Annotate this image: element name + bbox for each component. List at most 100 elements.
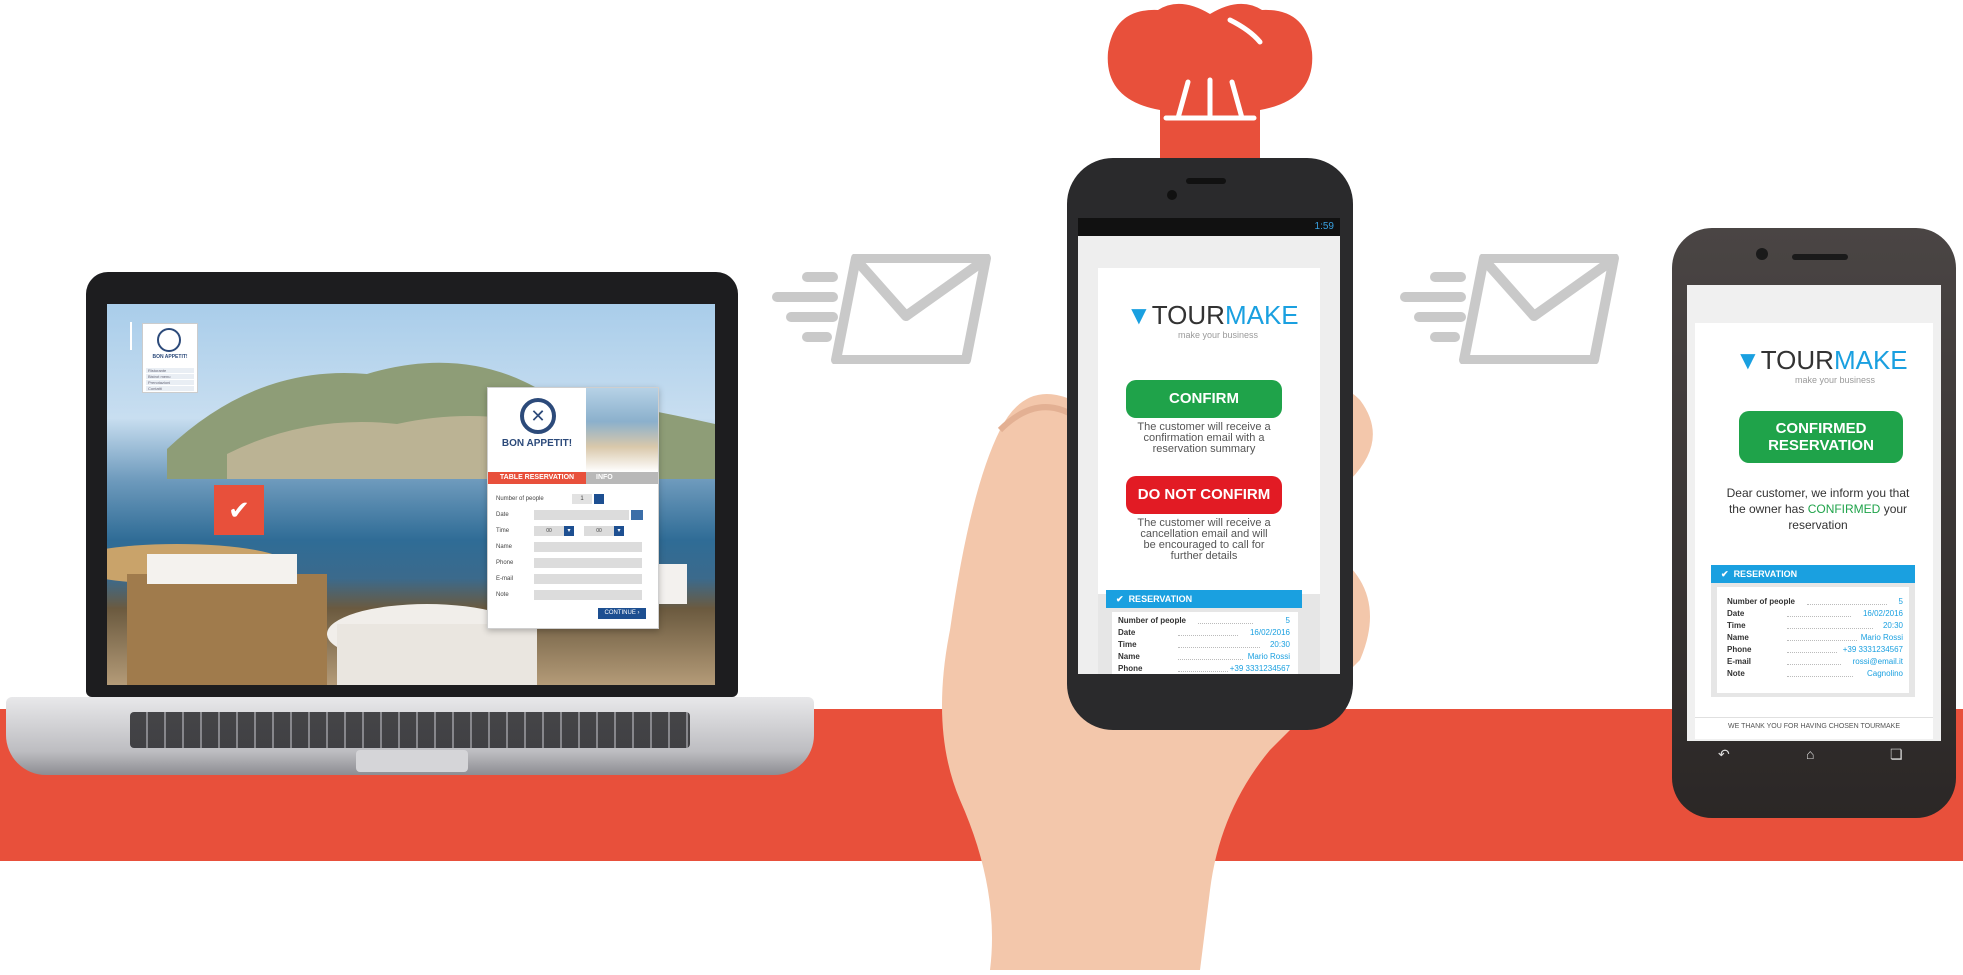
dotted-leader [1787, 652, 1837, 653]
dotted-leader [1178, 635, 1238, 636]
email-input[interactable] [534, 574, 642, 584]
map-pin-icon: ▼ [1126, 300, 1152, 330]
confirm-button[interactable]: CONFIRM [1126, 380, 1282, 418]
date-input[interactable] [534, 510, 629, 520]
table-row: Phone +39 3331234567 [1727, 645, 1903, 654]
tagline: make your business [1794, 375, 1876, 385]
row-value: 16/02/2016 [1249, 628, 1290, 637]
mini-menu-item[interactable]: Ristorante [146, 368, 194, 373]
table-row: Number of people 5 [1118, 616, 1290, 625]
date-row: Date [496, 510, 652, 522]
people-stepper[interactable] [594, 494, 604, 504]
back-icon[interactable]: ↶ [1718, 746, 1730, 763]
phone-label: Phone [496, 560, 514, 566]
speaker [1792, 254, 1848, 260]
people-row: Number of people 1 [496, 494, 652, 506]
tab-info[interactable]: INFO [586, 472, 658, 484]
table-row: E-mail rossi@email.it [1727, 657, 1903, 666]
reservation-table: Number of people 5 Date 16/02/2016 Time 20:… [1112, 612, 1298, 674]
time-hours-select[interactable]: 00 [534, 526, 564, 536]
note-label: Note [496, 592, 509, 598]
owner-screen: 1:59 ▼TOURMAKE make your business CONFIR… [1078, 218, 1340, 674]
row-value: 20:30 [1882, 621, 1903, 630]
chevron-down-icon[interactable]: ▾ [564, 526, 574, 536]
confirmation-message: Dear customer, we inform you that the ow… [1723, 485, 1913, 533]
check-icon: ✔ [1116, 594, 1124, 604]
row-value: 5 [1285, 616, 1290, 625]
calendar-icon[interactable] [631, 510, 643, 520]
front-camera [1756, 248, 1768, 260]
mini-restaurant-name: BON APPETIT! [152, 354, 188, 360]
restaurant-logo: ✕ BON APPETIT! [488, 388, 586, 472]
row-label: Number of people [1118, 616, 1187, 625]
logo-text-tour: TOUR [1151, 300, 1225, 330]
time-minutes-select[interactable]: 00 [584, 526, 614, 536]
date-label: Date [496, 512, 509, 518]
note-input[interactable] [534, 590, 642, 600]
tourmake-logo: ▼TOURMAKE [1126, 300, 1299, 331]
customer-screen: ▼TOURMAKE make your business CONFIRMED R… [1687, 285, 1941, 741]
table-check-icon[interactable]: ✔ [214, 485, 264, 535]
map-pin-icon: ▼ [1735, 345, 1761, 375]
chevron-down-icon[interactable]: ▾ [614, 526, 624, 536]
row-label: Name [1727, 633, 1749, 642]
table-row: Time 20:30 [1727, 621, 1903, 630]
customer-email-card: ▼TOURMAKE make your business CONFIRMED R… [1695, 323, 1933, 739]
mail-sending-icon [1400, 254, 1620, 364]
check-icon: ✔ [1721, 569, 1729, 579]
mini-menu-item[interactable]: Bistrot menu [146, 374, 194, 379]
phone-row: Phone [496, 558, 652, 570]
dotted-leader [1807, 604, 1887, 605]
people-input[interactable]: 1 [572, 494, 592, 504]
row-value: rossi@email.it [1852, 657, 1903, 666]
row-label: Phone [1727, 645, 1752, 654]
home-icon[interactable]: ⌂ [1806, 746, 1814, 762]
dotted-leader [1178, 671, 1228, 672]
reservation-header: ✔ RESERVATION [1711, 565, 1915, 583]
scroll-indicator[interactable] [130, 322, 136, 350]
tourmake-logo: ▼TOURMAKE [1735, 345, 1908, 376]
dotted-leader [1787, 640, 1857, 641]
message-highlight: CONFIRMED [1807, 502, 1881, 516]
reservation-header-label: RESERVATION [1128, 594, 1193, 604]
time-label: Time [496, 528, 510, 534]
tab-table-reservation[interactable]: TABLE RESERVATION [488, 472, 586, 484]
row-value: Mario Rossi [1247, 652, 1290, 661]
tagline: make your business [1177, 330, 1259, 340]
row-label: Note [1727, 669, 1745, 678]
chef-hat-icon [1100, 0, 1320, 170]
do-not-confirm-button[interactable]: DO NOT CONFIRM [1126, 476, 1282, 514]
row-label: Time [1727, 621, 1746, 630]
android-nav-bar: ↶ ⌂ ❏ [1690, 744, 1938, 770]
mini-restaurant-menu[interactable]: BON APPETIT! Ristorante Bistrot menu Pre… [142, 323, 198, 393]
reject-description: The customer will receive a cancellation… [1137, 517, 1271, 562]
table-row: Number of people 5 [1727, 597, 1903, 606]
logo-text-make: MAKE [1833, 345, 1908, 375]
dotted-leader [1787, 676, 1853, 677]
row-value: +39 3331234567 [1229, 664, 1290, 673]
phone-input[interactable] [534, 558, 642, 568]
status-time: 1:59 [1314, 221, 1334, 232]
people-label: Number of people [496, 496, 544, 502]
reservation-form: ✕ BON APPETIT! TABLE RESERVATION INFO Nu… [487, 387, 659, 629]
row-value: 20:30 [1269, 640, 1290, 649]
row-label: Time [1118, 640, 1137, 649]
mini-menu-item[interactable]: Contatti [146, 386, 194, 391]
continue-button[interactable]: CONTINUE › [598, 608, 646, 619]
table-row: Date 16/02/2016 [1118, 628, 1290, 637]
name-label: Name [496, 544, 513, 550]
reservation-header: ✔ RESERVATION [1106, 590, 1302, 608]
email-label: E-mail [496, 576, 514, 582]
note-row: Note [496, 590, 652, 602]
mini-menu-item[interactable]: Prenotazioni [146, 380, 194, 385]
recent-apps-icon[interactable]: ❏ [1890, 746, 1903, 763]
dotted-leader [1787, 628, 1873, 629]
name-input[interactable] [534, 542, 642, 552]
time-row: Time 00 ▾ 00 ▾ [496, 526, 652, 538]
email-row: E-mail [496, 574, 652, 586]
row-label: Name [1118, 652, 1140, 661]
table-row: Name Mario Rossi [1727, 633, 1903, 642]
row-label: Date [1118, 628, 1136, 637]
front-camera [1167, 190, 1177, 200]
table-row: Phone +39 3331234567 [1118, 664, 1290, 673]
